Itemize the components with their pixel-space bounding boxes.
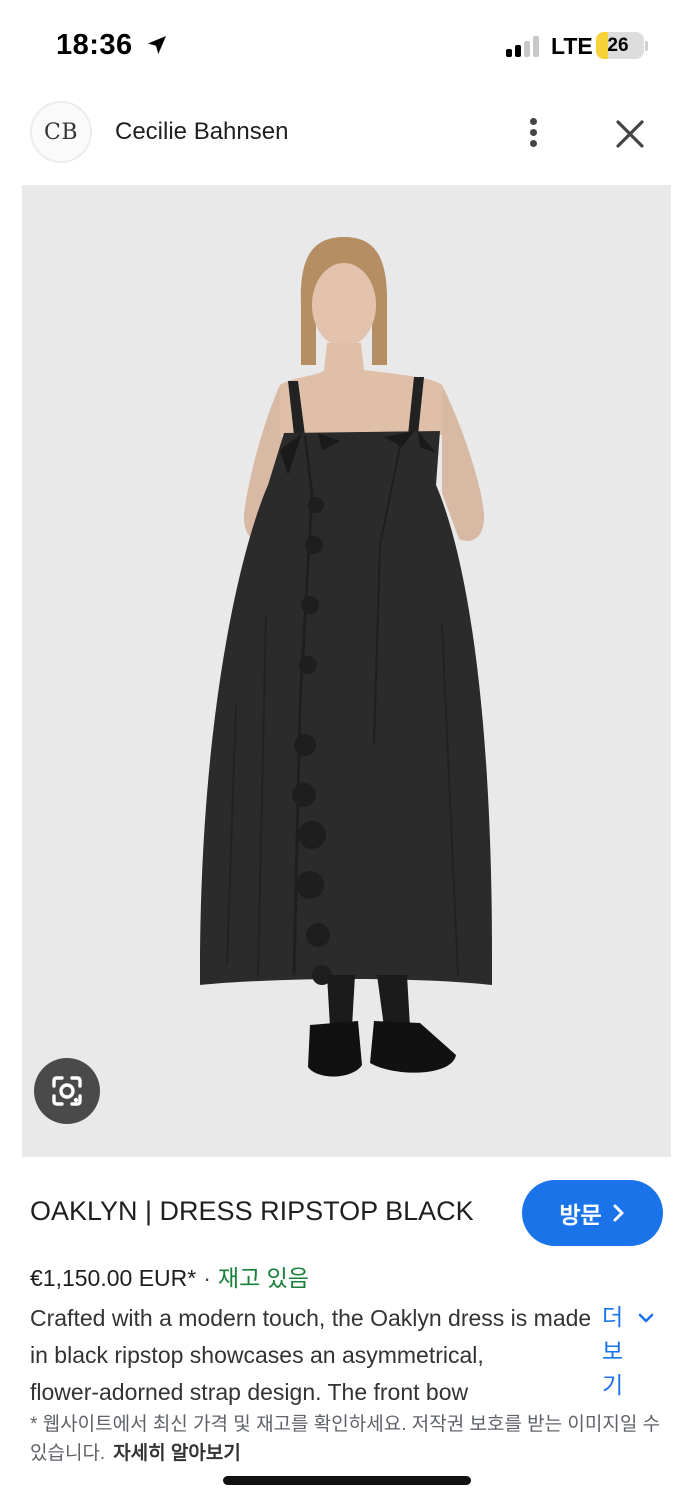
result-header: CB Cecilie Bahnsen [0, 92, 693, 184]
show-more-button[interactable]: 더 보기 [602, 1300, 662, 1402]
visit-button-label: 방문 [559, 1202, 602, 1228]
chevron-right-icon [613, 1204, 624, 1222]
google-lens-icon [52, 1076, 82, 1106]
battery-tip [645, 41, 648, 51]
status-time: 18:36 [56, 29, 133, 61]
close-icon[interactable] [610, 114, 650, 154]
description-line: in black ripstop showcases an asymmetric… [30, 1342, 484, 1368]
availability-status: 재고 있음 [217, 1265, 309, 1291]
disclaimer: * 웹사이트에서 최신 가격 및 재고를 확인하세요. 저작권 보호를 받는 이… [30, 1410, 670, 1468]
product-image[interactable] [22, 185, 671, 1157]
google-lens-button[interactable] [34, 1058, 100, 1124]
price: €1,150.00 EUR* [30, 1265, 197, 1291]
status-bar: 18:36 LTE 26 [0, 0, 693, 92]
location-arrow-icon [148, 36, 166, 54]
price-availability-line: €1,150.00 EUR* · 재고 있음 [30, 1259, 309, 1293]
separator: · [203, 1265, 211, 1291]
home-indicator[interactable] [223, 1476, 471, 1485]
chevron-down-icon [638, 1313, 654, 1323]
description-line: Crafted with a modern touch, the Oaklyn … [30, 1305, 592, 1331]
site-logo[interactable]: CB [30, 101, 92, 163]
more-vert-icon[interactable] [520, 112, 548, 152]
visit-button[interactable]: 방문 [522, 1180, 663, 1246]
battery-icon: 26 [596, 32, 644, 59]
site-name[interactable]: Cecilie Bahnsen [115, 118, 288, 146]
learn-more-link[interactable]: 자세히 알아보기 [113, 1443, 241, 1464]
dress-photo-illustration [22, 185, 671, 1157]
product-title[interactable]: OAKLYN | DRESS RIPSTOP BLACK [30, 1196, 474, 1227]
show-more-label: 더 보기 [602, 1304, 624, 1398]
signal-icon [506, 35, 542, 57]
network-type: LTE [551, 33, 593, 59]
battery-level: 26 [607, 35, 629, 56]
description-line: flower-adorned strap design. The front b… [30, 1379, 469, 1405]
product-description: Crafted with a modern touch, the Oaklyn … [30, 1300, 595, 1411]
